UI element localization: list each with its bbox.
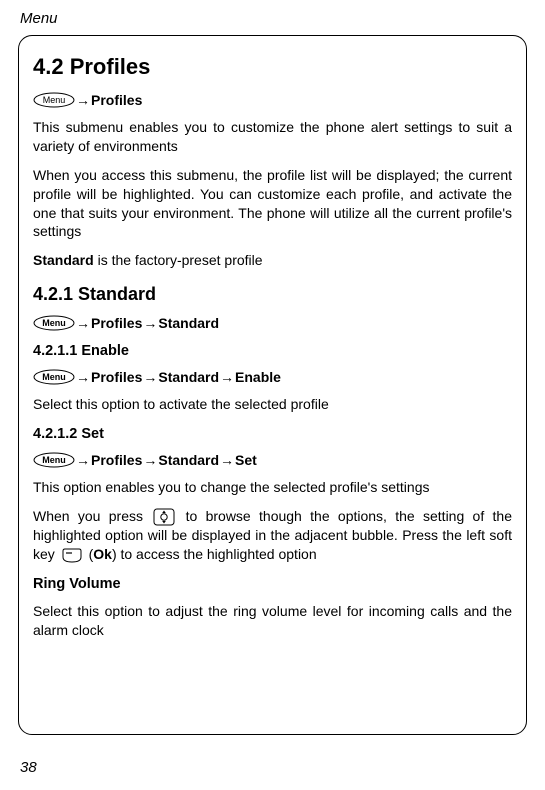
breadcrumb: Menu → Profiles → Standard [33, 315, 512, 331]
arrow-icon: → [76, 369, 90, 385]
menu-icon: Menu [33, 452, 75, 468]
breadcrumb-item: Profiles [91, 315, 142, 331]
breadcrumb-item: Enable [235, 369, 281, 385]
paragraph: Select this option to activate the selec… [33, 395, 512, 414]
paragraph: When you press to browse though the opti… [33, 507, 512, 564]
breadcrumb: Menu → Profiles → Standard → Set [33, 452, 512, 468]
paragraph: Standard is the factory-preset profile [33, 251, 512, 270]
arrow-icon: → [76, 452, 90, 468]
breadcrumb-item: Set [235, 452, 257, 468]
text: ) to access the highlighted option [112, 546, 317, 562]
section-heading: 4.2 Profiles [33, 54, 512, 80]
svg-text:Menu: Menu [43, 95, 66, 105]
arrow-icon: → [143, 452, 157, 468]
arrow-icon: → [220, 452, 234, 468]
breadcrumb-item: Standard [158, 315, 219, 331]
subsubsection-heading: 4.2.1.2 Set [33, 426, 512, 442]
subsection-heading: 4.2.1 Standard [33, 284, 512, 305]
text: When you press [33, 508, 151, 524]
menu-icon: Menu [33, 369, 75, 385]
arrow-icon: → [220, 369, 234, 385]
paragraph: When you access this submenu, the profil… [33, 166, 512, 242]
breadcrumb-item: Profiles [91, 92, 142, 108]
text: is the factory-preset profile [94, 252, 263, 268]
text-bold: Standard [33, 252, 94, 268]
paragraph: Select this option to adjust the ring vo… [33, 602, 512, 640]
softkey-icon [61, 548, 83, 564]
page-header: Menu [20, 10, 527, 27]
content-frame: 4.2 Profiles Menu → Profiles This submen… [18, 35, 527, 735]
arrow-icon: → [76, 92, 90, 108]
breadcrumb-item: Standard [158, 452, 219, 468]
breadcrumb: Menu → Profiles [33, 92, 512, 108]
paragraph: This option enables you to change the se… [33, 478, 512, 497]
subsubsection-heading: 4.2.1.1 Enable [33, 343, 512, 359]
arrow-icon: → [143, 369, 157, 385]
paragraph: This submenu enables you to customize th… [33, 118, 512, 156]
svg-text:Menu: Menu [42, 372, 66, 382]
menu-icon: Menu [33, 315, 75, 331]
ring-volume-heading: Ring Volume [33, 576, 512, 592]
text-bold: Ok [93, 546, 112, 562]
arrow-icon: → [143, 315, 157, 331]
page-number: 38 [20, 759, 37, 776]
breadcrumb: Menu → Profiles → Standard → Enable [33, 369, 512, 385]
menu-icon: Menu [33, 92, 75, 108]
dpad-icon [153, 508, 175, 526]
breadcrumb-item: Profiles [91, 369, 142, 385]
breadcrumb-item: Profiles [91, 452, 142, 468]
arrow-icon: → [76, 315, 90, 331]
breadcrumb-item: Standard [158, 369, 219, 385]
svg-text:Menu: Menu [42, 455, 66, 465]
svg-text:Menu: Menu [42, 318, 66, 328]
